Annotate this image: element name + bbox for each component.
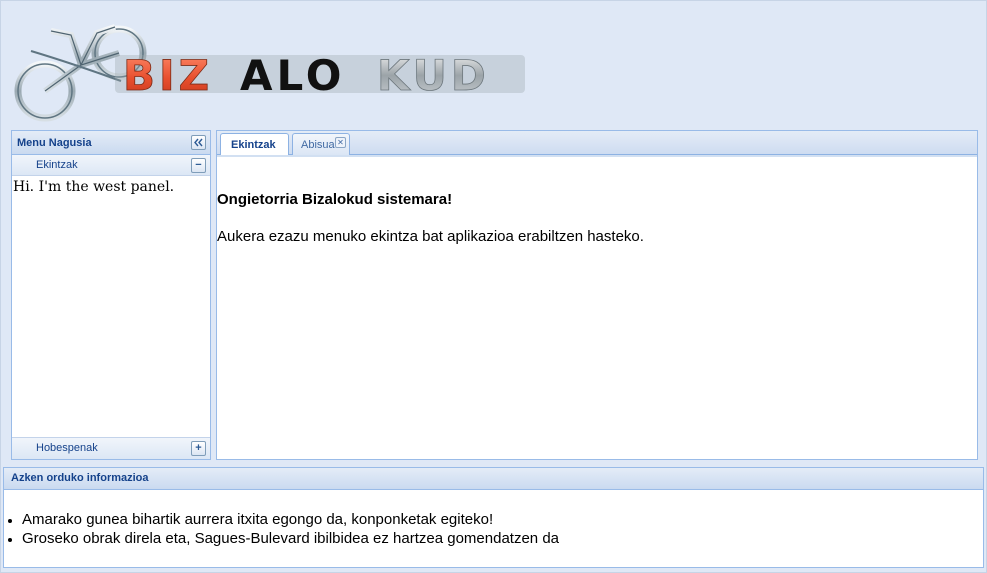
south-panel: Azken orduko informazioa Amarako gunea b… [3,467,984,568]
west-panel-body: Hi. I'm the west panel. [12,177,210,435]
accordion-title-hobespenak: Hobespenak [36,442,98,454]
svg-text:BIZ: BIZ [123,51,213,100]
west-panel: Menu Nagusia Ekintzak − Hi. I'm the west… [11,130,211,460]
center-tab-panel: Ekintzak Abisua ✕ Ongietorria Bizalokud … [216,130,978,460]
news-list: Amarako gunea bihartik aurrera itxita eg… [8,510,983,548]
south-panel-body: Amarako gunea bihartik aurrera itxita eg… [4,490,983,548]
tab-ekintzak[interactable]: Ekintzak [220,133,289,156]
accordion-header-hobespenak[interactable]: Hobespenak + [12,437,210,459]
collapse-ekintzak-button[interactable]: − [191,158,206,173]
tab-ekintzak-label: Ekintzak [231,139,276,151]
svg-text:KUD: KUD [377,51,490,100]
list-item: Groseko obrak direla eta, Sagues-Bulevar… [8,529,983,548]
app-viewport: BIZ ALO KUD Menu Nagusia Ekintzak − Hi. … [0,0,987,573]
expand-hobespenak-button[interactable]: + [191,441,206,456]
south-panel-title: Azken orduko informazioa [11,472,149,484]
south-panel-header: Azken orduko informazioa [4,468,983,490]
tab-strip: Ekintzak Abisua ✕ [217,131,977,156]
west-panel-header: Menu Nagusia [12,131,210,155]
tab-abisua-label: Abisua [301,139,335,151]
tab-ekintzak-body: Ongietorria Bizalokud sistemara! Aukera … [217,155,977,459]
close-tab-icon[interactable]: ✕ [335,137,346,148]
bizalokud-logo: BIZ ALO KUD [14,24,525,122]
welcome-heading: Ongietorria Bizalokud sistemara! [217,191,453,208]
collapse-west-button[interactable] [191,135,206,150]
tab-abisua[interactable]: Abisua ✕ [292,133,350,155]
west-panel-title: Menu Nagusia [17,137,92,149]
list-item: Amarako gunea bihartik aurrera itxita eg… [8,510,983,529]
svg-text:ALO: ALO [240,51,345,100]
west-panel-text: Hi. I'm the west panel. [13,179,175,195]
accordion-title-ekintzak: Ekintzak [36,159,78,171]
double-chevron-left-icon [194,138,203,147]
accordion-header-ekintzak[interactable]: Ekintzak − [12,155,210,176]
header: BIZ ALO KUD [3,5,985,123]
instructions-text: Aukera ezazu menuko ekintza bat aplikazi… [217,228,644,245]
